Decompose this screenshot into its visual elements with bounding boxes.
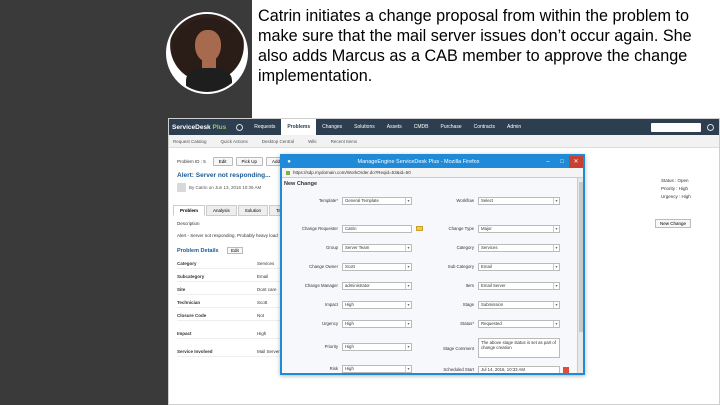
group-label: Group: [326, 245, 338, 250]
nav-tab-requests[interactable]: Requests: [248, 119, 281, 135]
description-text: Alert - Server not responding. Probably …: [177, 233, 278, 238]
scheduled-start-label: Scheduled Start: [443, 367, 474, 372]
subcategory-label: Sub Category: [447, 264, 474, 269]
change-manager-label: Change Manager: [304, 283, 338, 288]
change-owner-label: Change Owner: [309, 264, 338, 269]
detail-row: Site Dont care: [177, 285, 283, 295]
lock-icon: [286, 170, 290, 175]
stage-comment-textarea[interactable]: The above stage status is set as part of…: [478, 338, 560, 358]
change-manager-select[interactable]: administrator ▾: [342, 282, 412, 290]
change-type-select[interactable]: Major ▾: [478, 225, 560, 233]
detail-row: Impact High: [177, 329, 283, 339]
detail-row: Closure Code Not: [177, 311, 283, 321]
detail-row: Category Services: [177, 259, 283, 269]
minimize-button[interactable]: –: [541, 156, 555, 168]
help-icon[interactable]: [707, 123, 714, 131]
app-sub-nav: Request Catalog Quick Actions Desktop Ce…: [169, 135, 719, 148]
problem-details-heading: Problem Details: [177, 248, 219, 254]
popup-titlebar: ● ManageEngine ServiceDesk Plus - Mozill…: [282, 156, 583, 168]
nav-tab-changes[interactable]: Changes: [316, 119, 348, 135]
urgency-label: Urgency: [321, 321, 338, 326]
calendar-icon[interactable]: [563, 367, 569, 373]
description-label: Description: [177, 221, 200, 226]
category-label: Category: [456, 245, 474, 250]
nav-tab-admin[interactable]: Admin: [501, 119, 527, 135]
subcategory-select[interactable]: Email ▾: [478, 263, 560, 271]
category-select[interactable]: Services ▾: [478, 244, 560, 252]
requester-icon: [177, 183, 186, 192]
home-icon[interactable]: [236, 123, 244, 131]
scheduled-start-input[interactable]: Jul 14, 2016, 10:33 AM: [478, 366, 560, 373]
nav-tab-contracts[interactable]: Contracts: [468, 119, 501, 135]
subnav-wiki[interactable]: Wiki: [308, 139, 317, 144]
nav-tab-solutions[interactable]: Solutions: [348, 119, 381, 135]
popup-url-text: https://sdp.mydomain.com/WorkOrder.do?Re…: [293, 170, 411, 175]
problem-id-label: Problem ID : 5: [177, 159, 206, 164]
popup-scrollbar[interactable]: [577, 178, 583, 373]
presenter-avatar: [166, 12, 248, 94]
detail-row: Subcategory Email: [177, 272, 283, 282]
status-label: Status*: [460, 321, 474, 326]
subnav-recent-items[interactable]: Recent Items: [331, 139, 358, 144]
edit-button[interactable]: Edit: [212, 157, 233, 166]
template-label: Template*: [318, 198, 338, 203]
item-select[interactable]: Email Server ▾: [478, 282, 560, 290]
global-search-input[interactable]: [651, 122, 701, 132]
subnav-desktop-central[interactable]: Desktop Central: [262, 139, 294, 144]
popup-url-bar: https://sdp.mydomain.com/WorkOrder.do?Re…: [282, 168, 583, 178]
risk-label: Risk: [329, 366, 338, 371]
nav-tab-problems[interactable]: Problems: [281, 119, 317, 135]
item-label: Item: [465, 283, 474, 288]
change-owner-select[interactable]: Scott ▾: [342, 263, 412, 271]
detail-row: Technician Scott: [177, 298, 283, 308]
subnav-request-catalog[interactable]: Request Catalog: [173, 139, 207, 144]
app-top-nav: ServiceDesk Plus Requests Problems Chang…: [169, 119, 719, 135]
tab-solution[interactable]: Solution: [237, 205, 269, 216]
priority-label: Priority: [324, 344, 338, 349]
problem-details-edit-button[interactable]: Edit: [227, 247, 243, 254]
stage-select[interactable]: Submission ▾: [478, 301, 560, 309]
stage-comment-label: Stage Comment: [442, 346, 474, 351]
new-change-form: New Change Template* General Template ▾ C…: [282, 178, 583, 373]
group-select[interactable]: Server Team ▾: [342, 244, 412, 252]
workflow-label: Workflow: [456, 198, 474, 203]
problem-title: Alert: Server not responding...: [177, 172, 271, 179]
new-change-button[interactable]: New Change: [655, 219, 692, 228]
problem-meta: By Catrin on Jun 13, 2016 10:39 AM: [189, 185, 262, 190]
app-logo: ServiceDesk Plus: [172, 123, 227, 131]
slide: Catrin initiates a change proposal from …: [0, 0, 720, 405]
template-select[interactable]: General Template ▾: [342, 197, 412, 205]
urgency-select[interactable]: High ▾: [342, 320, 412, 328]
risk-select[interactable]: High ▾: [342, 365, 412, 373]
close-button[interactable]: ✕: [569, 156, 583, 168]
tab-problem[interactable]: Problem: [173, 205, 206, 216]
detail-row: Service Involved Mail Server: [177, 347, 283, 357]
change-type-label: Change Type: [448, 226, 474, 231]
popup-title: ManageEngine ServiceDesk Plus - Mozilla …: [357, 159, 480, 165]
slide-caption: Catrin initiates a change proposal from …: [258, 7, 692, 85]
priority-select[interactable]: High ▾: [342, 343, 412, 351]
stage-label: Stage: [462, 302, 474, 307]
nav-tab-assets[interactable]: Assets: [381, 119, 408, 135]
tab-analysis[interactable]: Analysis: [206, 205, 237, 216]
firefox-icon: ●: [287, 159, 291, 165]
workflow-select[interactable]: Select ▾: [478, 197, 560, 205]
impact-label: Impact: [325, 302, 338, 307]
new-change-popup-window: ● ManageEngine ServiceDesk Plus - Mozill…: [280, 154, 585, 375]
form-heading: New Change: [284, 181, 318, 187]
change-requester-label: Change Requester: [301, 226, 338, 231]
maximize-button[interactable]: □: [555, 156, 569, 168]
status-select[interactable]: Requested ▾: [478, 320, 560, 328]
change-requester-input[interactable]: Catrin: [342, 225, 412, 233]
problem-status-summary: Status : Open Priority : High Urgency : …: [661, 178, 691, 199]
impact-select[interactable]: High ▾: [342, 301, 412, 309]
nav-tab-purchase[interactable]: Purchase: [434, 119, 467, 135]
problem-toolbar: Problem ID : 5 Edit Pick Up Add New: [177, 157, 297, 166]
subnav-quick-actions[interactable]: Quick Actions: [221, 139, 248, 144]
pick-up-button[interactable]: Pick Up: [235, 157, 264, 166]
nav-tab-cmdb[interactable]: CMDB: [408, 119, 435, 135]
problem-detail-tabs: Problem Analysis Solution Tasks: [173, 205, 296, 216]
